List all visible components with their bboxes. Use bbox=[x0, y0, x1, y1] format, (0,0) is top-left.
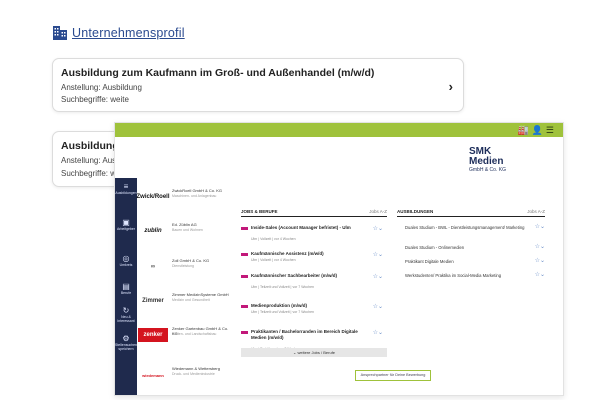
jobs-header-label: JOBS & BERUFE bbox=[241, 209, 278, 214]
job-row-meta: Ulm | Teilzeit und Vollzeit | vor 7 Woch… bbox=[251, 285, 314, 289]
toolbar-icons: 🏭👤☰ bbox=[517, 125, 557, 135]
star-icon[interactable]: ☆⌄ bbox=[373, 225, 383, 232]
training-row[interactable]: Duales Studium - Onlinemedien ☆⌄ bbox=[405, 244, 545, 250]
job-row-title: Medienproduktion (m/w/d) bbox=[251, 303, 307, 308]
jobs-sort-select[interactable]: Jobs A-Z bbox=[369, 209, 387, 214]
star-icon[interactable]: ☆⌄ bbox=[373, 251, 383, 258]
company-logo: SMK Medien GmbH & Co. KG bbox=[469, 147, 549, 183]
job-row-meta: Ulm | Vollzeit | vor 4 Wochen bbox=[251, 237, 296, 241]
nav-label: Neu & Interessant bbox=[117, 315, 135, 323]
bookmark-icon bbox=[241, 227, 248, 230]
star-icon[interactable]: ☆⌄ bbox=[373, 329, 383, 336]
nav-item-speichern[interactable]: ⚙ Stellensuchende speichern bbox=[115, 334, 141, 351]
company-list: Zwick/Roell ZwickRoell GmbH & Co. KG Mas… bbox=[137, 178, 233, 395]
bookmark-icon bbox=[241, 305, 248, 308]
star-icon[interactable]: ☆⌄ bbox=[373, 303, 383, 310]
training-row[interactable]: Werkstudenten/ Praktika im Social-Media … bbox=[405, 272, 545, 278]
list-item[interactable]: zenker Zenker Gartenbau GmbH & Co. KG Ga… bbox=[137, 322, 233, 352]
company-name: Zoll GmbH & Co. KG bbox=[172, 258, 210, 263]
refresh-icon: ↻ bbox=[122, 306, 130, 315]
job-row-meta: Ulm | Vollzeit | vor 4 Wochen bbox=[251, 258, 296, 262]
list-item[interactable]: ∞ Zoll GmbH & Co. KG Dienstleistung bbox=[137, 254, 233, 284]
logo-subtext: GmbH & Co. KG bbox=[469, 167, 506, 173]
company-sector: Medizin und Gesundheit bbox=[172, 298, 210, 302]
nav-item-umkreis[interactable]: ◎ Umkreis bbox=[115, 254, 137, 267]
more-jobs-button[interactable]: ⌄ weitere Jobs / Berufe bbox=[241, 348, 387, 357]
briefcase-icon: ▤ bbox=[122, 282, 130, 291]
job-row-title: Kaufmännische Assistenz (m/w/d) bbox=[251, 251, 324, 256]
list-item[interactable]: Zimmer Zimmer MedizinSysteme GmbH Medizi… bbox=[137, 288, 233, 318]
job-row-meta: Ulm | Teilzeit und Vollzeit | vor 7 Woch… bbox=[251, 310, 314, 314]
search-keywords: Suchbegriffe: weite bbox=[61, 95, 129, 104]
company-name: Wiedemann & Wettersberg bbox=[172, 366, 220, 371]
job-title: Ausbildung zum Kaufmann im Groß- und Auß… bbox=[61, 67, 375, 79]
list-item[interactable]: zublin Ed. Züblin AG Bauen und Wohnen bbox=[137, 218, 233, 248]
jobs-column: JOBS & BERUFE Jobs A-Z Inside-Sales (Acc… bbox=[241, 209, 387, 389]
company-sector: Dienstleistung bbox=[172, 264, 194, 268]
star-icon[interactable]: ☆⌄ bbox=[535, 258, 545, 264]
company-logo: zublin bbox=[144, 228, 162, 234]
training-row[interactable]: Duales Studium - BWL - Dienstleistungsma… bbox=[405, 224, 545, 230]
company-logo: Zwick/Roell bbox=[136, 194, 170, 200]
trainings-header-label: AUSBILDUNGEN bbox=[397, 209, 434, 214]
bookmark-icon bbox=[241, 331, 248, 334]
bookmark-icon bbox=[241, 253, 248, 256]
training-title: Duales Studium - Onlinemedien bbox=[405, 245, 465, 250]
job-card[interactable]: Ausbildung zum Kaufmann im Groß- und Auß… bbox=[52, 58, 464, 112]
job-row-title: Inside-Sales (Account Manager befristet)… bbox=[251, 225, 351, 230]
company-sector: Bauen und Wohnen bbox=[172, 228, 203, 232]
list-item[interactable]: Zwick/Roell ZwickRoell GmbH & Co. KG Mas… bbox=[137, 184, 233, 214]
star-icon[interactable]: ☆⌄ bbox=[535, 224, 545, 230]
gear-icon: ⚙ bbox=[122, 334, 130, 343]
star-icon[interactable]: ☆⌄ bbox=[535, 272, 545, 278]
company-sector: Druck- und Medienindustrie bbox=[172, 372, 215, 376]
company-profile-link[interactable]: Unternehmensprofil bbox=[52, 24, 185, 40]
training-title: Praktikant Digitale Medien bbox=[405, 259, 454, 264]
job-row-title: Praktikanten / Bachelorranden im Bereich… bbox=[251, 329, 358, 340]
nav-label: Umkreis bbox=[119, 263, 133, 267]
company-logo: wiedemann bbox=[142, 372, 164, 378]
training-title: Werkstudenten/ Praktika im Social-Media … bbox=[405, 273, 502, 278]
side-nav: ≡ Ausbildungen ▣ Arbeitgeber ◎ Umkreis ▤ Ber… bbox=[115, 178, 141, 395]
nav-label: Ausbildungen bbox=[115, 191, 137, 195]
trainings-header: AUSBILDUNGEN Jobs A-Z bbox=[397, 209, 545, 217]
building-icon: ▣ bbox=[122, 218, 130, 227]
nav-item-ausbildungen[interactable]: ≡ Ausbildungen bbox=[115, 182, 137, 195]
nav-label: Arbeitgeber bbox=[116, 227, 136, 231]
company-logo: ∞ bbox=[150, 264, 156, 270]
more-jobs-label: weitere Jobs / Berufe bbox=[297, 350, 336, 355]
chevron-right-icon[interactable]: › bbox=[449, 79, 453, 94]
jobs-header: JOBS & BERUFE Jobs A-Z bbox=[241, 209, 387, 217]
logo-text: SMK Medien bbox=[469, 146, 504, 167]
list-item[interactable]: wiedemann Wiedemann & Wettersberg Druck-… bbox=[137, 362, 233, 392]
training-row[interactable]: Praktikant Digitale Medien ☆⌄ bbox=[405, 258, 545, 264]
bookmark-icon bbox=[241, 275, 248, 278]
nav-item-arbeitgeber[interactable]: ▣ Arbeitgeber bbox=[115, 218, 137, 231]
cap-icon: ≡ bbox=[123, 182, 129, 191]
top-bar: 🏭👤☰ bbox=[115, 123, 563, 137]
nav-item-neu[interactable]: ↻ Neu & Interessant bbox=[115, 306, 137, 323]
company-name: ZwickRoell GmbH & Co. KG bbox=[172, 188, 223, 193]
contact-person-button[interactable]: Ansprechpartner für Deine Bewerbung bbox=[355, 370, 431, 381]
nav-item-berufe[interactable]: ▤ Berufe bbox=[115, 282, 137, 295]
employer-profile-screenshot: 🏭👤☰ SMK Medien GmbH & Co. KG ≡ Ausbildung… bbox=[114, 122, 564, 396]
company-name: Zimmer MedizinSysteme GmbH bbox=[172, 292, 229, 297]
building-icon bbox=[53, 26, 67, 40]
job-row-title: Kaufmännischer Sachbearbeiter (m/w/d) bbox=[251, 273, 338, 278]
training-title: Duales Studium - BWL - Dienstleistungsma… bbox=[405, 225, 525, 230]
star-icon[interactable]: ☆⌄ bbox=[535, 244, 545, 250]
star-icon[interactable]: ☆⌄ bbox=[373, 273, 383, 280]
trainings-sort-select[interactable]: Jobs A-Z bbox=[527, 209, 545, 214]
company-sector: Garten- und Landschaftsbau bbox=[172, 332, 217, 336]
location-icon: ◎ bbox=[122, 254, 130, 263]
chevron-down-icon: ⌄ bbox=[292, 350, 297, 355]
company-logo: Zimmer bbox=[142, 298, 164, 304]
company-sector: Maschinen- und Anlagenbau bbox=[172, 194, 217, 198]
nav-label: Berufe bbox=[120, 291, 132, 295]
trainings-column: AUSBILDUNGEN Jobs A-Z Duales Studium - B… bbox=[397, 209, 545, 329]
company-profile-label[interactable]: Unternehmensprofil bbox=[72, 26, 185, 40]
company-name: Ed. Züblin AG bbox=[172, 222, 197, 227]
employment-type: Anstellung: Ausbildung bbox=[61, 83, 142, 92]
company-logo: zenker bbox=[138, 328, 168, 342]
